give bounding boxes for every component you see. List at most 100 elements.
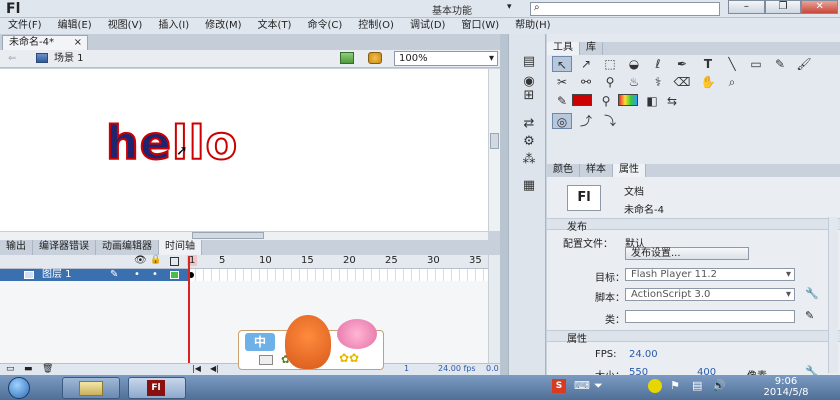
snap-icon[interactable]: ⤴ [576, 113, 596, 129]
scroll-thumb[interactable] [490, 133, 499, 149]
new-folder-icon[interactable]: ▬ [24, 364, 33, 374]
menu-modify[interactable]: 修改(M) [197, 18, 249, 34]
free-transform-tool-icon[interactable]: ⬚ [600, 56, 620, 72]
zoom-tool-icon[interactable]: ⌕ [722, 74, 742, 90]
bone-tool-icon[interactable]: ⚯ [576, 74, 596, 90]
menu-insert[interactable]: 插入(I) [150, 18, 197, 34]
visibility-dot[interactable]: • [134, 269, 140, 281]
motion-presets-icon[interactable]: ▦ [521, 178, 537, 194]
deco-tool-icon[interactable]: ✂ [552, 74, 572, 90]
stage-horizontal-scrollbar[interactable] [0, 231, 488, 240]
layer-color-swatch[interactable] [170, 271, 179, 279]
edit-scene-icon[interactable] [340, 52, 354, 64]
actions-panel-icon[interactable]: ⇄ [521, 116, 537, 132]
tray-arrow-icon[interactable]: ⏷ [594, 379, 603, 393]
tray-volume-icon[interactable]: 🔊 [712, 379, 726, 392]
target-select[interactable]: Flash Player 11.2 ▾ [625, 268, 795, 281]
object-drawing-icon[interactable]: ◎ [552, 113, 572, 129]
prev-frame-icon[interactable]: ◀| [210, 364, 219, 373]
rectangle-tool-icon[interactable]: ▭ [746, 56, 766, 72]
ime-keyboard-icon[interactable] [259, 355, 273, 365]
black-white-icon[interactable]: ◧ [642, 93, 662, 109]
ink-bottle-tool-icon[interactable]: ♨ [624, 74, 644, 90]
close-icon[interactable]: × [74, 36, 82, 49]
chevron-down-icon[interactable]: ▾ [507, 2, 512, 12]
subselection-tool-icon[interactable]: ↗ [576, 56, 596, 72]
letter-o[interactable]: o [205, 115, 239, 171]
new-layer-icon[interactable]: ▭ [6, 364, 15, 374]
help-search-input[interactable]: ⌕ [530, 2, 720, 16]
stage-vertical-scrollbar[interactable] [488, 69, 500, 231]
workspace-switcher[interactable]: 基本功能 [432, 2, 472, 17]
layer-name[interactable]: 图层 1 [42, 269, 72, 281]
minimize-button[interactable]: – [728, 0, 765, 14]
tray-360-icon[interactable] [648, 379, 662, 393]
tray-network-icon[interactable]: ▤ [692, 379, 702, 392]
pencil-icon[interactable]: ✎ [805, 309, 814, 322]
wrench-icon[interactable]: 🔧 [805, 287, 819, 300]
close-button[interactable]: ✕ [801, 0, 839, 14]
transform-panel-icon[interactable]: ⊞ [521, 88, 537, 104]
tab-compiler-errors[interactable]: 编译器错误 [33, 240, 96, 255]
ime-status-bar[interactable]: 中 ✿ ✿✿ [238, 315, 384, 370]
menu-text[interactable]: 文本(T) [250, 18, 300, 34]
tab-library[interactable]: 库 [580, 42, 603, 55]
letter-l-2[interactable]: l [188, 115, 206, 171]
delete-icon[interactable]: 🗑 [42, 364, 53, 374]
smooth-icon[interactable]: ⤵ [600, 113, 620, 129]
swap-colors-icon[interactable]: ⇆ [662, 93, 682, 109]
paint-bucket-tool-icon[interactable]: ⚲ [600, 74, 620, 90]
pen-tool-icon[interactable]: ✒ [672, 56, 692, 72]
layer-frames[interactable] [188, 269, 488, 281]
eye-icon[interactable]: 👁 [134, 255, 147, 266]
menu-edit[interactable]: 编辑(E) [50, 18, 100, 34]
menu-control[interactable]: 控制(O) [350, 18, 402, 34]
letter-h[interactable]: h [105, 115, 140, 171]
props-scrollbar[interactable] [828, 217, 838, 373]
ime-mode-label[interactable]: 中 [245, 333, 275, 351]
lock-dot[interactable]: • [152, 269, 158, 281]
tab-color[interactable]: 颜色 [547, 164, 580, 177]
section-publish[interactable]: 发布 [547, 218, 840, 233]
menu-help[interactable]: 帮助(H) [507, 18, 558, 34]
menu-window[interactable]: 窗口(W) [453, 18, 507, 34]
menu-debug[interactable]: 调试(D) [402, 18, 454, 34]
back-arrow-icon[interactable]: ⇐ [8, 50, 16, 67]
restore-button[interactable]: ❐ [764, 0, 802, 14]
fps-value[interactable]: 24.00 [629, 349, 658, 360]
tray-keyboard-icon[interactable]: ⌨ [574, 379, 590, 392]
align-panel-icon[interactable]: ▤ [521, 54, 537, 70]
tab-tools[interactable]: 工具 [547, 42, 580, 55]
menu-commands[interactable]: 命令(C) [299, 18, 350, 34]
class-input[interactable] [625, 310, 795, 323]
text-tool-icon[interactable]: T [698, 56, 718, 72]
publish-settings-button[interactable]: 发布设置... [625, 247, 749, 260]
tray-flag-icon[interactable]: ⚑ [670, 379, 680, 392]
stage-text-hello[interactable]: hello [105, 115, 239, 171]
scroll-thumb[interactable] [192, 232, 264, 239]
brush-tool-icon[interactable]: 🖌 [794, 56, 814, 72]
lock-icon[interactable]: 🔒 [150, 255, 161, 265]
taskbar-clock[interactable]: 9:06 2014/5/8 [738, 376, 834, 398]
timeline-vertical-scrollbar[interactable] [488, 255, 500, 363]
outline-icon[interactable] [170, 257, 179, 266]
section-properties[interactable]: 属性 [547, 330, 840, 345]
pencil-tool-icon[interactable]: ✎ [770, 56, 790, 72]
script-select[interactable]: ActionScript 3.0 ▾ [625, 288, 795, 301]
stage[interactable] [0, 69, 488, 231]
zoom-select[interactable]: 100% ▾ [394, 51, 498, 66]
first-frame-icon[interactable]: |◀ [192, 364, 201, 373]
taskbar-flash[interactable]: Fl [128, 377, 186, 399]
stroke-color-swatch[interactable] [572, 94, 592, 106]
tab-timeline[interactable]: 时间轴 [159, 240, 202, 255]
document-tab[interactable]: 未命名-4* × [2, 35, 88, 50]
line-tool-icon[interactable]: ╲ [722, 56, 742, 72]
windows-start-icon[interactable] [8, 377, 30, 399]
lasso-tool-icon[interactable]: ℓ [648, 56, 668, 72]
tab-properties[interactable]: 属性 [613, 164, 646, 177]
fill-color-swatch[interactable] [618, 94, 638, 106]
playhead[interactable] [188, 256, 190, 364]
components-panel-icon[interactable]: ⚙ [521, 134, 537, 150]
tab-motion-editor[interactable]: 动画编辑器 [96, 240, 159, 255]
eraser-tool-icon[interactable]: ⌫ [672, 74, 692, 90]
